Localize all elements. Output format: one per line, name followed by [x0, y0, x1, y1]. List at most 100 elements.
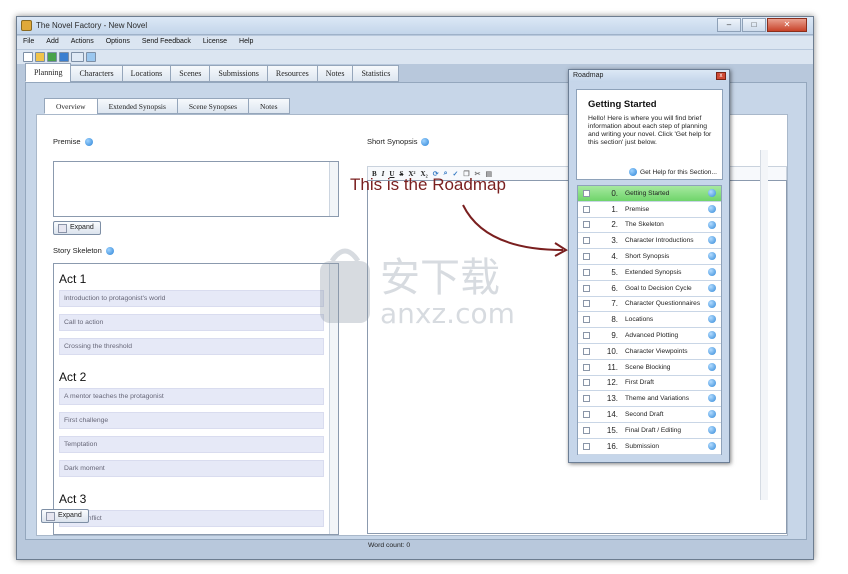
beat-field[interactable]: Crossing the threshold	[59, 338, 324, 355]
subtab-overview[interactable]: Overview	[44, 98, 98, 114]
roadmap-help-link[interactable]: Get Help for this Section...	[629, 168, 717, 176]
save-as-icon[interactable]	[59, 52, 69, 62]
open-folder-icon[interactable]	[35, 52, 45, 62]
skeleton-help-icon[interactable]	[105, 247, 114, 256]
premise-textarea[interactable]	[53, 161, 339, 217]
menu-options[interactable]: Options	[100, 36, 136, 49]
step-checkbox[interactable]	[583, 237, 590, 245]
menu-add[interactable]: Add	[40, 36, 64, 49]
menu-file[interactable]: File	[17, 36, 40, 49]
step-help-icon[interactable]	[708, 394, 716, 403]
roadmap-window: Roadmap x Getting Started Hello! Here is…	[568, 69, 730, 463]
step-checkbox[interactable]	[583, 253, 590, 261]
step-help-icon[interactable]	[708, 362, 716, 371]
menu-license[interactable]: License	[197, 36, 233, 49]
roadmap-step-scene-blocking[interactable]: 11. Scene Blocking	[578, 360, 721, 376]
roadmap-step-first-draft[interactable]: 12. First Draft	[578, 376, 721, 392]
beat-field[interactable]: Introduction to protagonist's world	[59, 290, 324, 307]
premise-help-icon[interactable]	[84, 138, 93, 147]
step-checkbox[interactable]	[583, 284, 590, 292]
subtab-scene-synopses[interactable]: Scene Synopses	[176, 98, 249, 114]
synopsis-scrollbar[interactable]	[760, 150, 768, 500]
step-help-icon[interactable]	[708, 315, 716, 324]
step-help-icon[interactable]	[708, 346, 716, 355]
step-checkbox[interactable]	[583, 205, 590, 213]
step-checkbox[interactable]	[583, 379, 590, 387]
step-checkbox[interactable]	[583, 363, 590, 371]
step-checkbox[interactable]	[583, 189, 590, 197]
roadmap-step-character-introductions[interactable]: 3. Character Introductions	[578, 233, 721, 250]
layout-icon[interactable]	[71, 52, 84, 62]
beat-field[interactable]: A mentor teaches the protagonist	[59, 388, 324, 405]
step-checkbox[interactable]	[583, 332, 590, 340]
step-help-icon[interactable]	[708, 267, 716, 276]
step-help-icon[interactable]	[708, 331, 716, 340]
beat-field[interactable]: Final conflict	[59, 510, 324, 527]
beat-field[interactable]: Temptation	[59, 436, 324, 453]
tab-resources[interactable]: Resources	[266, 65, 318, 82]
minimize-button[interactable]: –	[717, 18, 741, 32]
roadmap-step-submission[interactable]: 16. Submission	[578, 439, 721, 455]
tab-statistics[interactable]: Statistics	[352, 65, 400, 82]
step-help-icon[interactable]	[708, 220, 716, 229]
subtab-extended-synopsis[interactable]: Extended Synopsis	[96, 98, 178, 114]
step-checkbox[interactable]	[583, 347, 590, 355]
premise-scrollbar[interactable]	[329, 162, 338, 216]
step-help-icon[interactable]	[708, 441, 716, 450]
print-icon[interactable]	[86, 52, 96, 62]
step-help-icon[interactable]	[708, 299, 716, 308]
tab-locations[interactable]: Locations	[121, 65, 172, 82]
menu-actions[interactable]: Actions	[65, 36, 100, 49]
step-help-icon[interactable]	[708, 425, 716, 434]
roadmap-step-goal-decision[interactable]: 6. Goal to Decision Cycle	[578, 281, 721, 297]
beat-field[interactable]: First challenge	[59, 412, 324, 429]
skeleton-expand-button[interactable]: Expand	[41, 509, 89, 523]
roadmap-step-premise[interactable]: 1. Premise	[578, 202, 721, 218]
step-checkbox[interactable]	[583, 411, 590, 419]
step-checkbox[interactable]	[583, 300, 590, 308]
menu-send-feedback[interactable]: Send Feedback	[136, 36, 197, 49]
step-help-icon[interactable]	[708, 283, 716, 292]
roadmap-step-second-draft[interactable]: 14. Second Draft	[578, 407, 721, 423]
tab-submissions[interactable]: Submissions	[209, 65, 268, 82]
premise-expand-button[interactable]: Expand	[53, 221, 101, 235]
step-help-icon[interactable]	[708, 252, 716, 261]
roadmap-step-locations[interactable]: 8. Locations	[578, 312, 721, 329]
roadmap-step-getting-started[interactable]: 0. Getting Started	[578, 186, 721, 202]
step-checkbox[interactable]	[583, 442, 590, 450]
step-help-icon[interactable]	[708, 410, 716, 419]
roadmap-step-extended-synopsis[interactable]: 5. Extended Synopsis	[578, 265, 721, 281]
step-checkbox[interactable]	[583, 395, 590, 403]
step-help-icon[interactable]	[708, 236, 716, 245]
roadmap-step-character-questionnaires[interactable]: 7. Character Questionnaires	[578, 297, 721, 313]
step-help-icon[interactable]	[708, 189, 716, 197]
step-checkbox[interactable]	[583, 221, 590, 229]
roadmap-step-theme-variations[interactable]: 13. Theme and Variations	[578, 391, 721, 408]
new-file-icon[interactable]	[23, 52, 33, 62]
act-title: Act 2	[59, 370, 87, 384]
step-number: 15.	[606, 425, 618, 435]
roadmap-step-character-viewpoints[interactable]: 10. Character Viewpoints	[578, 344, 721, 360]
step-help-icon[interactable]	[708, 378, 716, 387]
menu-help[interactable]: Help	[233, 36, 259, 49]
beat-field[interactable]: Call to action	[59, 314, 324, 331]
step-checkbox[interactable]	[583, 316, 590, 324]
step-checkbox[interactable]	[583, 426, 590, 434]
roadmap-step-final-draft[interactable]: 15. Final Draft / Editing	[578, 423, 721, 439]
subtab-notes[interactable]: Notes	[248, 98, 290, 114]
tab-notes[interactable]: Notes	[316, 65, 354, 82]
roadmap-step-short-synopsis[interactable]: 4. Short Synopsis	[578, 249, 721, 265]
roadmap-step-skeleton[interactable]: 2. The Skeleton	[578, 218, 721, 234]
save-icon[interactable]	[47, 52, 57, 62]
tab-planning[interactable]: Planning	[25, 63, 72, 82]
maximize-button[interactable]: □	[742, 18, 766, 32]
roadmap-close-button[interactable]: x	[716, 72, 726, 80]
beat-field[interactable]: Dark moment	[59, 460, 324, 477]
close-button[interactable]: ✕	[767, 18, 807, 32]
synopsis-help-icon[interactable]	[421, 138, 430, 147]
step-help-icon[interactable]	[708, 204, 716, 213]
tab-characters[interactable]: Characters	[70, 65, 123, 82]
roadmap-step-advanced-plotting[interactable]: 9. Advanced Plotting	[578, 328, 721, 344]
step-checkbox[interactable]	[583, 268, 590, 276]
tab-scenes[interactable]: Scenes	[170, 65, 211, 82]
